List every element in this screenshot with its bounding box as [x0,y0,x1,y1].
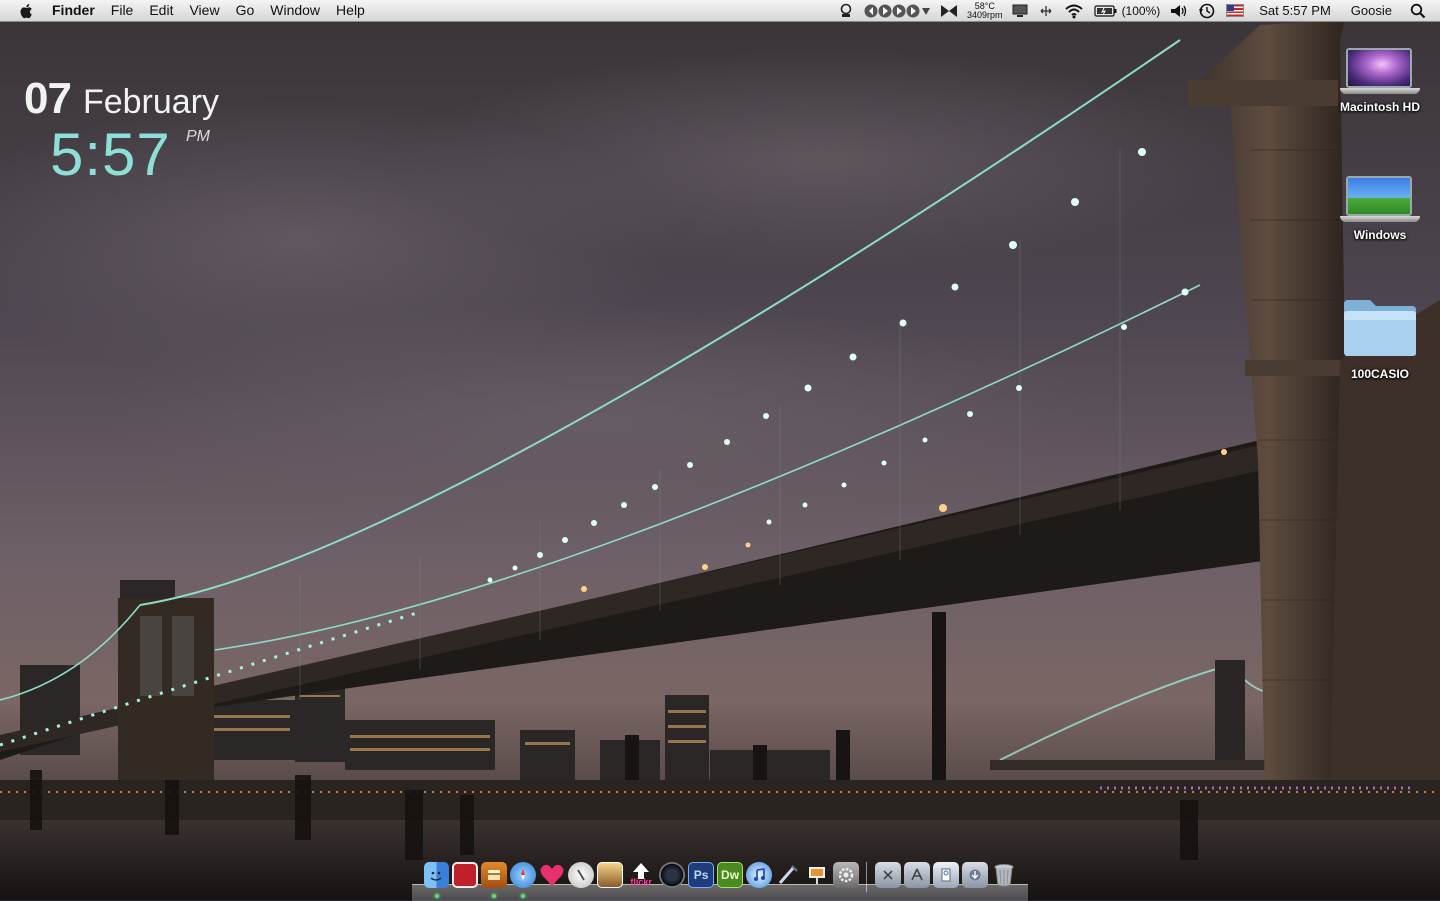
dreamweaver-label: Dw [721,868,740,882]
applications-stack-icon[interactable] [903,862,930,888]
monitor-icon[interactable] [833,0,859,21]
dreamweaver-icon[interactable]: Dw [717,862,744,888]
battery-icon[interactable]: (100%) [1089,0,1166,21]
airplay-icon[interactable] [935,0,963,21]
keynote-icon[interactable] [804,862,830,888]
folder-icon [1344,300,1416,356]
menu-bar: Finder File Edit View Go Window Help 58°… [0,0,1440,22]
menu-window[interactable]: Window [262,0,328,21]
widget-month: February [82,83,220,121]
desktop-icon-windows[interactable]: Windows [1325,176,1435,242]
clock-menu[interactable]: Sat 5:57 PM [1249,0,1341,21]
script-editor-icon[interactable] [775,862,801,888]
spotlight-icon[interactable] [1402,0,1440,21]
apple-icon[interactable] [18,2,36,20]
photoshop-icon[interactable]: Ps [688,862,715,888]
windows-drive-icon [1340,176,1420,224]
itunes-icon[interactable] [746,862,772,888]
app-store-icon[interactable] [481,862,508,898]
widget-day: 07 [24,74,72,123]
dock-separator [866,862,868,892]
widget-date: 07 February [24,74,219,124]
desktop-icon-label: Macintosh HD [1339,100,1420,114]
display-icon[interactable] [1007,0,1033,21]
fan-speed-value: 3409rpm [967,9,1003,20]
date-time-widget: 07 February 5:57 PM [24,74,219,189]
menu-edit[interactable]: Edit [141,0,181,21]
downloads-stack-icon[interactable] [961,862,988,888]
wifi-icon[interactable] [1059,0,1089,21]
app-menu-finder[interactable]: Finder [44,0,103,21]
safari-icon[interactable] [510,862,537,898]
hard-drive-icon [1340,48,1420,96]
utilities-stack-icon[interactable] [874,862,901,888]
battery-percent: (100%) [1121,3,1161,18]
dock: flickr Ps Dw [422,858,1018,900]
finder-icon[interactable] [423,862,450,898]
temperature-readout[interactable]: 58°C 3409rpm [963,0,1007,21]
flag-icon[interactable] [1221,0,1249,21]
us-flag [1226,4,1245,17]
system-preferences-icon[interactable] [832,862,859,888]
flickr-label: flickr [630,877,652,887]
heart-app-icon[interactable] [539,862,565,888]
menu-view[interactable]: View [181,0,227,21]
widget-time: 5:57 [50,121,171,188]
documents-stack-icon[interactable] [932,862,959,888]
menu-help[interactable]: Help [328,0,373,21]
widget-ampm: PM [186,128,210,145]
time-machine-icon[interactable] [1193,0,1221,21]
instruments-icon[interactable] [568,862,595,888]
media-controls-icon[interactable] [859,0,935,21]
flickr-uploader-icon[interactable]: flickr [626,862,656,888]
desktop-icon-label: 100CASIO [1350,367,1410,381]
user-menu[interactable]: Goosie [1341,0,1402,21]
desktop-icon-100casio[interactable]: 100CASIO [1325,296,1435,381]
camera-icon[interactable] [659,862,686,888]
volume-icon[interactable] [1165,0,1193,21]
desktop-icon-macintosh-hd[interactable]: Macintosh HD [1325,48,1435,114]
widget-time-row: 5:57 PM [50,120,219,189]
trash-icon[interactable] [991,862,1017,888]
bluetooth-icon[interactable] [1033,0,1059,21]
photo-booth-icon[interactable] [452,862,479,888]
menu-go[interactable]: Go [228,0,263,21]
menu-file[interactable]: File [103,0,142,21]
photoshop-label: Ps [693,868,709,882]
desktop-icon-label: Windows [1353,228,1407,242]
preview-icon[interactable] [597,862,624,888]
